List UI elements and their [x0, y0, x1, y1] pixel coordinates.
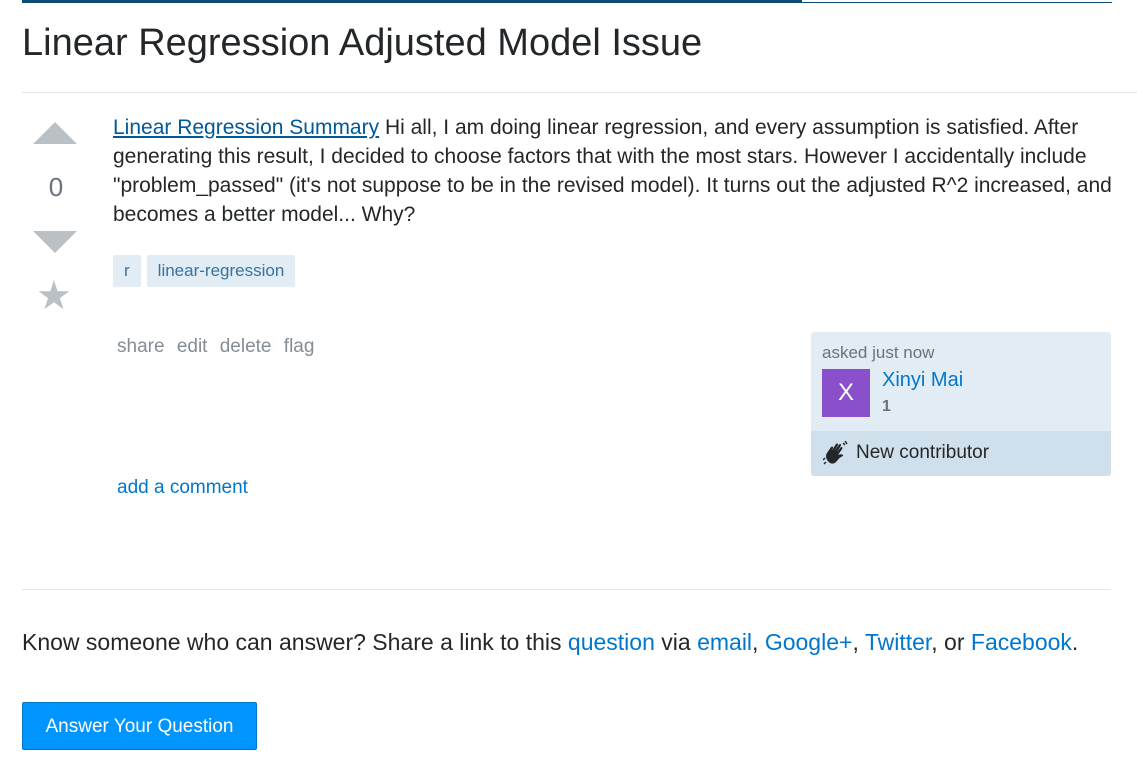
share-prompt-prefix: Know someone who can answer? Share a lin… — [22, 629, 568, 655]
top-accent-line — [802, 0, 1112, 3]
share-prompt-via: via — [654, 629, 698, 655]
favorite-star-icon[interactable]: ★ — [36, 276, 72, 316]
edit-link[interactable]: edit — [177, 336, 208, 357]
user-name-link[interactable]: Xinyi Mai — [882, 369, 963, 392]
delete-link[interactable]: delete — [220, 336, 272, 357]
vote-up-arrow-icon[interactable] — [33, 122, 77, 144]
reputation-score: 1 — [882, 398, 891, 415]
facebook-link[interactable]: Facebook — [971, 629, 1072, 655]
email-link[interactable]: email — [697, 629, 752, 655]
owner-card: asked just now X Xinyi Mai 1 New contrib… — [811, 332, 1111, 476]
flag-link[interactable]: flag — [284, 336, 315, 357]
answer-your-question-button[interactable]: Answer Your Question — [22, 702, 257, 750]
add-comment-link[interactable]: add a comment — [117, 477, 248, 499]
google-plus-link[interactable]: Google+ — [765, 629, 853, 655]
title-divider — [22, 92, 1137, 93]
summary-image-link[interactable]: Linear Regression Summary — [113, 116, 379, 139]
share-prompt-end: . — [1071, 629, 1079, 655]
share-prompt-sep: , — [752, 629, 765, 655]
share-prompt-sep: , — [852, 629, 865, 655]
wave-hand-icon — [822, 440, 849, 470]
new-contributor-strip[interactable]: New contributor — [811, 431, 1111, 476]
share-link[interactable]: share — [117, 336, 165, 357]
asked-time: asked just now — [822, 343, 935, 362]
tag-list: r linear-regression — [113, 255, 301, 287]
post-menu: share edit delete flag — [117, 336, 321, 358]
question-link[interactable]: question — [568, 629, 655, 655]
twitter-link[interactable]: Twitter — [865, 629, 931, 655]
vote-down-arrow-icon[interactable] — [33, 231, 77, 253]
tag-r[interactable]: r — [113, 255, 141, 287]
avatar[interactable]: X — [822, 369, 870, 417]
section-divider — [22, 589, 1111, 590]
page-title[interactable]: Linear Regression Adjusted Model Issue — [22, 22, 702, 65]
share-prompt: Know someone who can answer? Share a lin… — [22, 626, 1102, 659]
share-prompt-or: , or — [931, 629, 971, 655]
top-accent-bar — [22, 0, 802, 3]
tag-linear-regression[interactable]: linear-regression — [146, 255, 296, 287]
vote-count: 0 — [48, 172, 64, 202]
new-contributor-label: New contributor — [856, 442, 990, 463]
question-body: Linear Regression Summary Hi all, I am d… — [113, 113, 1113, 229]
